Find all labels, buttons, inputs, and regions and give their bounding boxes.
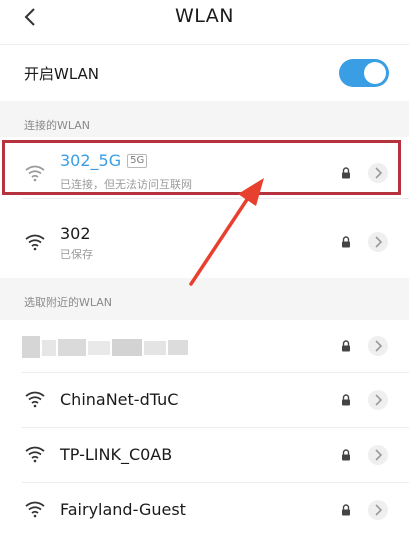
highlight-box xyxy=(2,140,401,195)
lock-icon xyxy=(342,236,350,248)
wlan-toggle-switch[interactable] xyxy=(339,59,389,87)
network-row-tplink[interactable]: TP-LINK_C0AB xyxy=(0,428,409,482)
section-connected-label: 连接的WLAN xyxy=(24,119,91,132)
section-connected: 连接的WLAN xyxy=(0,101,409,137)
lock-icon xyxy=(342,504,350,516)
blurred-network-name xyxy=(22,336,188,358)
chevron-right-icon[interactable] xyxy=(368,500,388,520)
wlan-toggle-label: 开启WLAN xyxy=(24,65,100,83)
chevron-right-icon[interactable] xyxy=(368,232,388,252)
network-ssid: TP-LINK_C0AB xyxy=(60,445,173,464)
section-nearby-label: 选取附近的WLAN xyxy=(24,296,113,309)
lock-icon xyxy=(342,394,350,406)
network-ssid: 302 xyxy=(60,224,91,243)
section-nearby: 选取附近的WLAN xyxy=(0,278,409,320)
chevron-right-icon[interactable] xyxy=(368,445,388,465)
wifi-icon xyxy=(25,446,45,463)
lock-icon xyxy=(342,340,350,352)
chevron-right-icon[interactable] xyxy=(368,390,388,410)
toggle-knob xyxy=(364,62,386,84)
lock-icon xyxy=(342,449,350,461)
network-status: 已保存 xyxy=(60,248,93,261)
network-row-chinanet[interactable]: ChinaNet-dTuC xyxy=(0,373,409,427)
page-title: WLAN xyxy=(174,5,235,27)
wifi-icon xyxy=(25,391,45,408)
network-row-saved[interactable]: 302 已保存 xyxy=(0,199,409,277)
network-row-fairyland[interactable]: Fairyland-Guest xyxy=(0,483,409,537)
wifi-icon xyxy=(25,234,45,251)
network-ssid: ChinaNet-dTuC xyxy=(60,390,179,409)
wlan-toggle-row: 开启WLAN xyxy=(0,44,409,101)
header: WLAN xyxy=(0,0,409,36)
chevron-right-icon[interactable] xyxy=(368,336,388,356)
wifi-icon xyxy=(25,501,45,518)
network-ssid: Fairyland-Guest xyxy=(60,500,186,519)
